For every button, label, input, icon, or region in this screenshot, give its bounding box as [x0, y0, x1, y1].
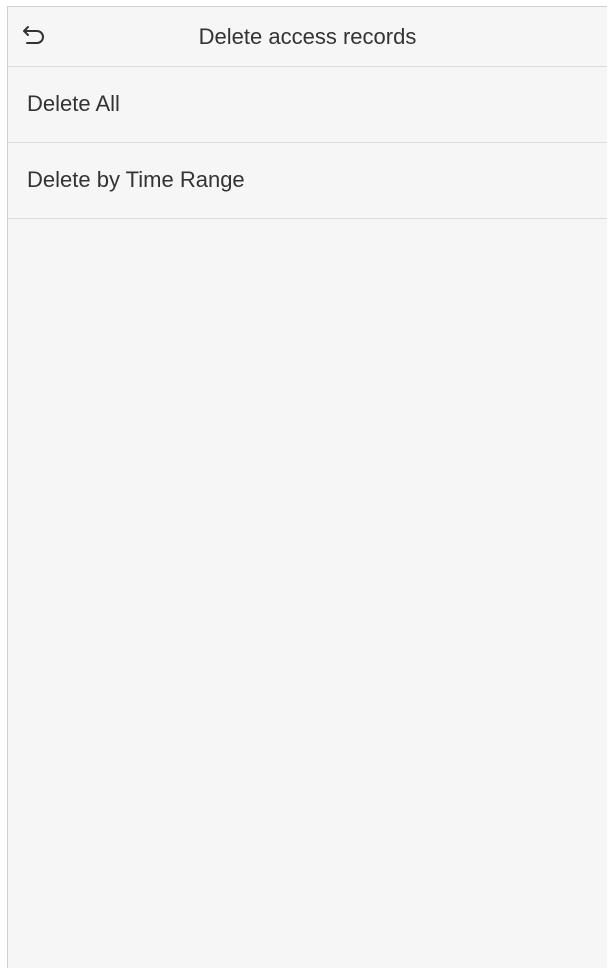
- delete-access-records-screen: Delete access records Delete All Delete …: [7, 6, 607, 968]
- page-title: Delete access records: [198, 24, 417, 49]
- menu-list: Delete All Delete by Time Range: [8, 67, 607, 219]
- header-bar: Delete access records: [8, 7, 607, 67]
- menu-item-delete-by-time-range[interactable]: Delete by Time Range: [8, 143, 607, 219]
- menu-item-delete-all[interactable]: Delete All: [8, 67, 607, 143]
